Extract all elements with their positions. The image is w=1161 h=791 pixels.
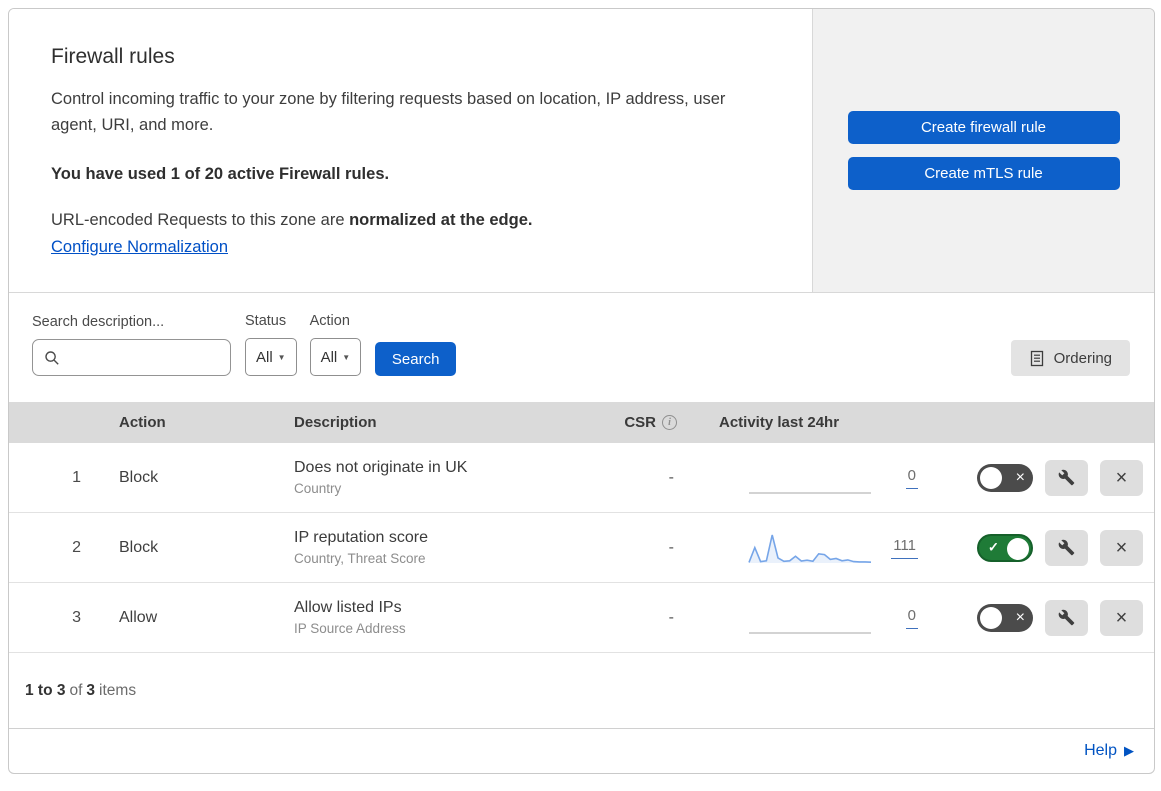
help-bar: Help ▶	[9, 729, 1154, 773]
wrench-icon	[1058, 539, 1075, 556]
status-dropdown[interactable]: All ▼	[245, 338, 297, 376]
header-panel: Firewall rules Control incoming traffic …	[9, 9, 813, 292]
column-action: Action	[119, 414, 166, 431]
range-text: 1 to 3	[25, 681, 66, 699]
of-text: of	[69, 681, 83, 699]
actions-panel: Create firewall rule Create mTLS rule	[813, 9, 1154, 292]
toggle-knob	[980, 606, 1002, 629]
rule-description: Allow listed IPs	[294, 599, 402, 616]
rule-csr-value: -	[668, 538, 674, 556]
check-icon: ✓	[988, 539, 999, 555]
action-dropdown[interactable]: All ▼	[309, 338, 362, 376]
info-icon[interactable]: i	[662, 415, 677, 430]
rule-description: IP reputation score	[294, 529, 429, 546]
column-description: Description	[294, 414, 377, 431]
activity-count-link[interactable]: 0	[905, 467, 918, 489]
help-link[interactable]: Help ▶	[1084, 742, 1134, 760]
close-icon: ×	[1115, 536, 1128, 559]
normalization-note: URL-encoded Requests to this zone are no…	[51, 211, 770, 230]
rule-description: Does not originate in UK	[294, 459, 468, 476]
search-icon	[44, 350, 60, 366]
delete-rule-button[interactable]: ×	[1100, 599, 1143, 636]
activity-sparkline	[749, 631, 871, 634]
wrench-icon	[1058, 469, 1075, 486]
x-icon: ×	[1015, 468, 1025, 486]
page-description: Control incoming traffic to your zone by…	[51, 90, 726, 134]
filter-bar: Search description... Status All ▼ Actio…	[9, 293, 1154, 402]
chevron-down-icon: ▼	[342, 352, 351, 362]
create-firewall-rule-button[interactable]: Create firewall rule	[847, 111, 1120, 144]
table-header: Action Description CSR i Activity last 2…	[9, 402, 1154, 443]
table-row: 3 Allow Allow listed IPs IP Source Addre…	[9, 583, 1154, 653]
status-toggle[interactable]: ✓ ×	[977, 463, 1033, 492]
toggle-knob	[1007, 537, 1029, 560]
firewall-rules-card: Firewall rules Control incoming traffic …	[8, 8, 1155, 774]
delete-rule-button[interactable]: ×	[1100, 459, 1143, 496]
action-dropdown-value: All	[320, 348, 338, 366]
rule-csr-value: -	[668, 608, 674, 626]
edit-rule-button[interactable]	[1045, 459, 1088, 496]
rule-action: Allow	[119, 608, 158, 626]
page-title: Firewall rules	[51, 45, 175, 68]
delete-rule-button[interactable]: ×	[1100, 529, 1143, 566]
pagination-summary: 1 to 3 of 3 items	[9, 653, 1154, 729]
rule-criteria: Country, Threat Score	[294, 551, 426, 566]
search-box[interactable]	[32, 339, 249, 376]
chevron-down-icon: ▼	[277, 352, 286, 362]
column-csr: CSR	[624, 414, 656, 431]
rule-action: Block	[119, 538, 159, 556]
table-row: 2 Block IP reputation score Country, Thr…	[9, 513, 1154, 583]
normalization-text: URL-encoded Requests to this zone are	[51, 211, 350, 229]
status-toggle[interactable]: ✓ ×	[977, 603, 1033, 632]
x-icon: ×	[1015, 608, 1025, 626]
usage-summary: You have used 1 of 20 active Firewall ru…	[51, 165, 390, 183]
rule-csr-value: -	[668, 468, 674, 486]
create-mtls-rule-button[interactable]: Create mTLS rule	[847, 157, 1120, 190]
column-activity: Activity last 24hr	[719, 414, 840, 431]
search-input[interactable]	[68, 349, 249, 366]
rule-priority: 2	[72, 538, 81, 556]
search-label: Search description...	[32, 314, 165, 330]
ordering-button-label: Ordering	[1053, 349, 1112, 367]
items-text: items	[99, 681, 137, 699]
edit-rule-button[interactable]	[1045, 529, 1088, 566]
total-text: 3	[86, 681, 96, 699]
rule-criteria: IP Source Address	[294, 621, 406, 636]
rule-action: Block	[119, 468, 159, 486]
wrench-icon	[1058, 609, 1075, 626]
arrow-right-icon: ▶	[1124, 743, 1134, 758]
activity-count-link[interactable]: 111	[891, 537, 918, 559]
search-button[interactable]: Search	[375, 342, 457, 376]
help-link-label: Help	[1084, 742, 1117, 759]
rule-priority: 1	[72, 468, 81, 486]
activity-sparkline	[749, 491, 871, 494]
table-row: 1 Block Does not originate in UK Country…	[9, 443, 1154, 513]
action-label: Action	[309, 313, 350, 329]
normalization-bold-text: normalized at the edge.	[349, 211, 533, 229]
status-label: Status	[245, 313, 287, 329]
toggle-knob	[980, 466, 1002, 489]
close-icon: ×	[1115, 466, 1128, 489]
edit-rule-button[interactable]	[1045, 599, 1088, 636]
ordering-button[interactable]: Ordering	[1010, 340, 1130, 376]
status-dropdown-value: All	[256, 348, 273, 366]
list-document-icon	[1029, 350, 1045, 367]
activity-count-link[interactable]: 0	[905, 607, 918, 629]
configure-normalization-link[interactable]: Configure Normalization	[51, 238, 228, 256]
rule-priority: 3	[72, 608, 81, 626]
top-section: Firewall rules Control incoming traffic …	[9, 9, 1154, 293]
activity-sparkline	[748, 534, 872, 563]
status-toggle[interactable]: ✓ ×	[977, 533, 1033, 562]
rule-criteria: Country	[294, 481, 342, 496]
close-icon: ×	[1115, 606, 1128, 629]
